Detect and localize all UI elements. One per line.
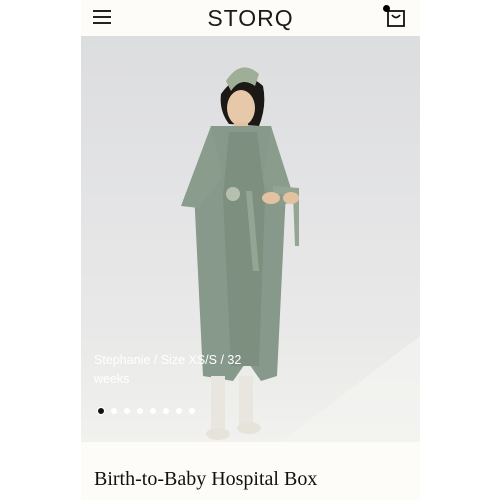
pagination-dot[interactable] bbox=[98, 408, 104, 414]
gallery-pagination bbox=[98, 408, 195, 416]
pagination-dot[interactable] bbox=[150, 408, 156, 414]
product-image-gallery[interactable]: Stephanie / Size XS/S / 32 weeks bbox=[81, 36, 420, 442]
brand-logo[interactable]: STORQ bbox=[81, 5, 420, 32]
cart-button[interactable] bbox=[383, 5, 407, 28]
pagination-dot[interactable] bbox=[137, 408, 143, 414]
pagination-dot[interactable] bbox=[111, 408, 117, 414]
site-header: STORQ bbox=[81, 0, 420, 36]
image-caption: Stephanie / Size XS/S / 32 weeks bbox=[94, 353, 242, 386]
cart-indicator-dot bbox=[383, 5, 390, 12]
mobile-viewport: STORQ Stephanie / Size XS/S / 32 weeks B… bbox=[81, 0, 420, 500]
pagination-dot[interactable] bbox=[163, 408, 169, 414]
pagination-dot[interactable] bbox=[176, 408, 182, 414]
product-title: Birth-to-Baby Hospital Box bbox=[94, 468, 318, 490]
pagination-dot[interactable] bbox=[124, 408, 130, 414]
pagination-dot[interactable] bbox=[189, 408, 195, 414]
